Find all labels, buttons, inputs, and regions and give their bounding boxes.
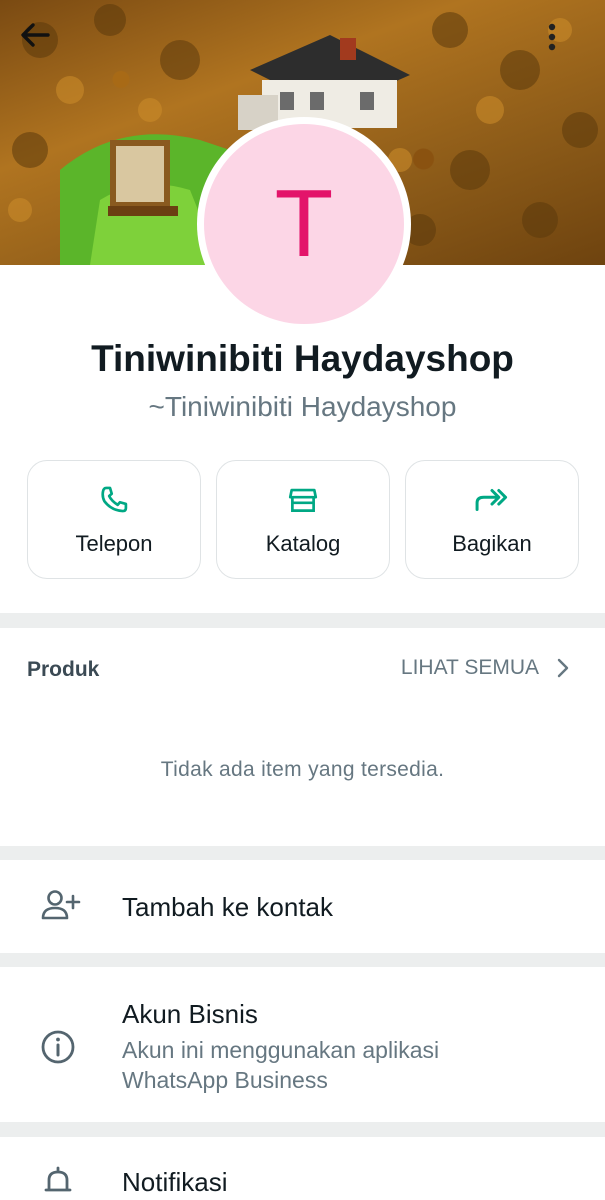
profile-name: Tiniwinibiti Haydayshop xyxy=(91,338,514,379)
bell-icon xyxy=(44,1166,72,1192)
business-account-row[interactable]: Akun Bisnis Akun ini menggunakan aplikas… xyxy=(0,967,605,1122)
call-label: Telepon xyxy=(75,530,153,556)
products-title: Produk xyxy=(27,658,100,681)
storefront-icon xyxy=(288,488,318,512)
business-title: Akun Bisnis xyxy=(122,999,258,1029)
share-button[interactable]: Bagikan xyxy=(405,460,579,579)
action-buttons: Telepon Katalog Bagikan xyxy=(27,460,579,579)
info-icon xyxy=(41,1030,75,1064)
back-button[interactable] xyxy=(20,22,60,62)
products-section: Produk LIHAT SEMUA Tidak ada item yang t… xyxy=(0,628,605,846)
notifications-label: Notifikasi xyxy=(122,1167,228,1197)
add-contact-row[interactable]: Tambah ke kontak xyxy=(0,860,605,953)
catalog-button[interactable]: Katalog xyxy=(216,460,390,579)
forward-icon xyxy=(475,488,508,511)
share-label: Bagikan xyxy=(452,530,532,556)
products-empty-text: Tidak ada item yang tersedia. xyxy=(160,758,445,781)
avatar-initial: T xyxy=(204,124,404,324)
see-all-label: LIHAT SEMUA xyxy=(400,656,539,679)
see-all-link[interactable]: LIHAT SEMUA xyxy=(401,656,569,680)
phone-icon xyxy=(101,486,128,512)
chevron-right-icon xyxy=(557,658,569,678)
catalog-label: Katalog xyxy=(265,530,341,556)
avatar[interactable]: T xyxy=(197,117,411,331)
business-description: Akun ini menggunakan aplikasi WhatsApp B… xyxy=(122,1037,440,1093)
more-options-button[interactable] xyxy=(547,22,587,62)
profile-push-name: ~Tiniwinibiti Haydayshop xyxy=(148,391,457,422)
add-person-icon xyxy=(41,890,81,920)
more-vert-icon xyxy=(548,23,556,51)
add-contact-label: Tambah ke kontak xyxy=(122,892,334,922)
call-button[interactable]: Telepon xyxy=(27,460,201,579)
notifications-row[interactable]: Notifikasi xyxy=(0,1137,605,1200)
back-arrow-icon xyxy=(21,23,50,47)
